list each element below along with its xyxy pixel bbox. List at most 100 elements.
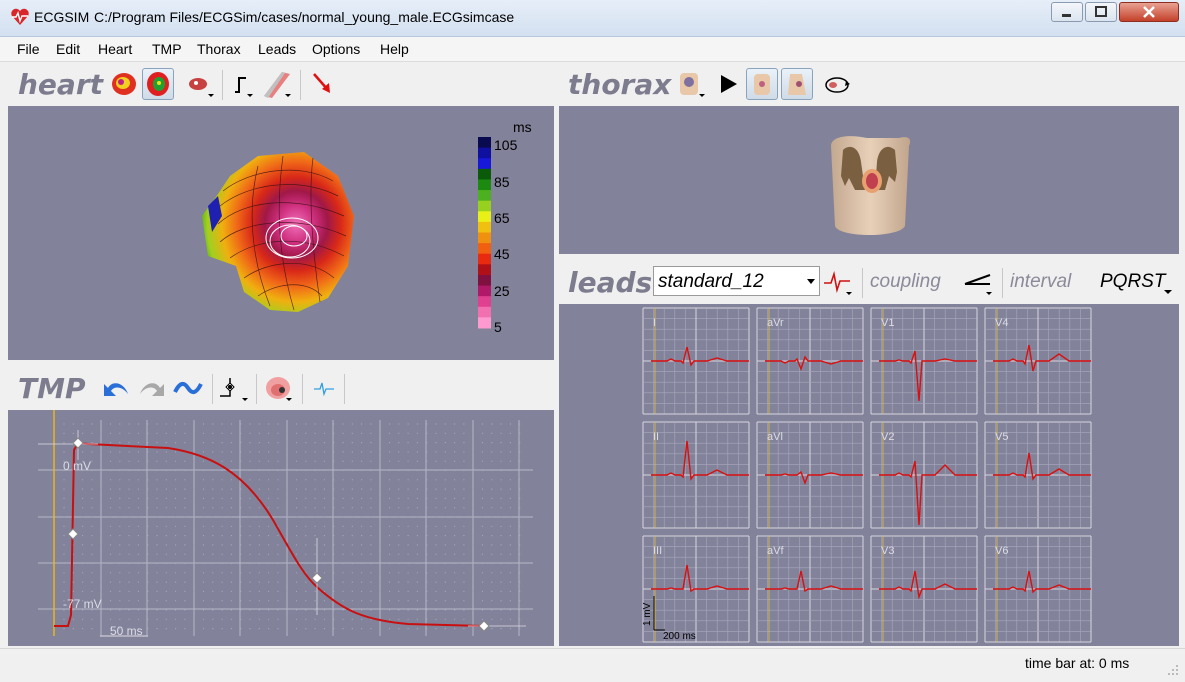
menu-options[interactable]: Options — [312, 41, 360, 57]
lead-panel[interactable]: V6 — [984, 535, 1092, 643]
lead-panel[interactable]: II — [642, 421, 750, 529]
chevron-down-icon — [1164, 290, 1172, 294]
lead-panel[interactable]: aVl — [756, 421, 864, 529]
colorbar-segment — [478, 179, 491, 191]
lead-panel[interactable]: V4 — [984, 307, 1092, 415]
coupling-button[interactable] — [962, 266, 994, 298]
lead-name: aVf — [767, 545, 784, 557]
time-scale-label: 50 ms — [110, 624, 143, 638]
tmp-node-handle[interactable] — [67, 528, 79, 540]
torso-icon — [680, 73, 705, 97]
leads-toolbar: leads — [559, 262, 1179, 304]
colorbar-segment — [478, 253, 491, 265]
status-bar: time bar at: 0 ms — [0, 648, 1185, 682]
lead-panel[interactable]: aVf — [756, 535, 864, 643]
thorax-toolbar: thorax — [559, 64, 1179, 106]
interval-select[interactable]: PQRST — [1098, 268, 1174, 296]
toolbar-separator — [256, 374, 257, 404]
time-bar-status: time bar at: 0 ms — [1025, 655, 1130, 671]
resize-grip-icon[interactable] — [1166, 663, 1180, 677]
torso-view-button[interactable] — [675, 68, 707, 100]
colorbar-segment — [478, 147, 491, 159]
heart-3d-model[interactable]: ms 105 85 65 45 25 5 — [8, 106, 554, 360]
leads-view[interactable]: IaVr V1 V4 II aVl V2 V5 III aVf V3 V6 1 mV 200 ms — [559, 304, 1179, 646]
ecgsim-window: ECGSIM C:/Program Files/ECGSim/cases/nor… — [0, 0, 1185, 682]
heart-region-icon — [266, 377, 292, 401]
tmp-toolbar: TMP — [8, 368, 554, 410]
minimize-icon — [1062, 14, 1071, 17]
lead-panel[interactable]: V2 — [870, 421, 978, 529]
lead-name: V6 — [995, 545, 1008, 557]
heart-view-button[interactable] — [184, 68, 216, 100]
menu-file[interactable]: File — [17, 41, 40, 57]
colorbar — [478, 137, 491, 329]
tmp-panel-label: TMP — [18, 372, 86, 405]
colorbar-tick: 5 — [494, 319, 502, 335]
menu-edit[interactable]: Edit — [56, 41, 80, 57]
colorbar-segment — [478, 137, 491, 149]
front-view-button[interactable] — [746, 68, 778, 100]
colorbar-segment — [478, 274, 491, 287]
toolbar-separator — [344, 374, 345, 404]
red-arrow-icon — [313, 73, 330, 93]
torso-3d-model[interactable] — [559, 106, 1179, 254]
lead-panel[interactable]: III — [642, 535, 750, 643]
undo-icon — [104, 383, 128, 396]
title-bar: ECGSIM C:/Program Files/ECGSim/cases/nor… — [0, 0, 1185, 37]
coupling-lines-icon — [964, 274, 992, 295]
activation-map-button[interactable] — [108, 68, 140, 100]
tmp-node-handle[interactable] — [72, 437, 84, 449]
lead-set-select[interactable]: standard_12 — [653, 266, 820, 296]
colorbar-segment — [478, 306, 491, 318]
tmp-plot[interactable]: 0 mV -77 mV 50 ms — [8, 410, 554, 646]
lead-panel[interactable]: aVr — [756, 307, 864, 415]
close-button[interactable] — [1119, 2, 1179, 22]
redo-button[interactable] — [136, 372, 168, 404]
maximize-button[interactable] — [1085, 2, 1117, 22]
tmp-node-handle[interactable] — [478, 620, 490, 632]
menu-heart[interactable]: Heart — [98, 41, 132, 57]
menu-leads[interactable]: Leads — [258, 41, 296, 57]
heart-region-button[interactable] — [262, 372, 294, 404]
thorax-panel-label: thorax — [568, 68, 672, 101]
toolbar-separator — [300, 70, 301, 100]
undo-button[interactable] — [100, 372, 132, 404]
rotate-view-button[interactable] — [821, 68, 853, 100]
heart-toolbar: heart — [8, 64, 554, 106]
pen-tool-button[interactable] — [260, 68, 292, 100]
thorax-view[interactable] — [559, 106, 1179, 254]
torso-front-icon — [754, 74, 770, 95]
minimize-button[interactable] — [1051, 2, 1083, 22]
heart-view[interactable]: ms 105 85 65 45 25 5 — [8, 106, 554, 360]
node-tool-button[interactable] — [218, 372, 250, 404]
ecg-beat-icon — [824, 270, 852, 295]
lead-name: aVr — [767, 317, 784, 329]
menu-help[interactable]: Help — [380, 41, 409, 57]
ecg-toggle-button[interactable] — [308, 372, 340, 404]
lead-panel[interactable]: V3 — [870, 535, 978, 643]
menu-thorax[interactable]: Thorax — [197, 41, 241, 57]
colorbar-tick: 65 — [494, 210, 510, 226]
lead-panel[interactable]: I — [642, 307, 750, 415]
play-icon — [721, 75, 737, 93]
chevron-down-icon — [807, 279, 815, 284]
lead-panel[interactable]: V5 — [984, 421, 1092, 529]
play-button[interactable] — [713, 68, 745, 100]
colorbar-segment — [478, 168, 491, 180]
coupling-label: coupling — [870, 271, 941, 292]
menu-tmp[interactable]: TMP — [152, 41, 182, 57]
lead-name: V3 — [881, 545, 894, 557]
ecg-display-button[interactable] — [822, 266, 854, 298]
arrow-tool-button[interactable] — [308, 68, 340, 100]
side-view-button[interactable] — [781, 68, 813, 100]
tmp-node-handle[interactable] — [311, 572, 323, 584]
colorbar-segment — [478, 221, 491, 233]
toolbar-separator — [862, 268, 863, 298]
lead-panel[interactable]: V1 — [870, 307, 978, 415]
pen-icon — [264, 72, 291, 98]
lead-set-value: standard_12 — [658, 271, 764, 292]
zero-mv-label: 0 mV — [63, 459, 91, 473]
waveform-type-button[interactable] — [230, 68, 262, 100]
recovery-map-button[interactable] — [142, 68, 174, 100]
reset-button[interactable] — [172, 372, 204, 404]
